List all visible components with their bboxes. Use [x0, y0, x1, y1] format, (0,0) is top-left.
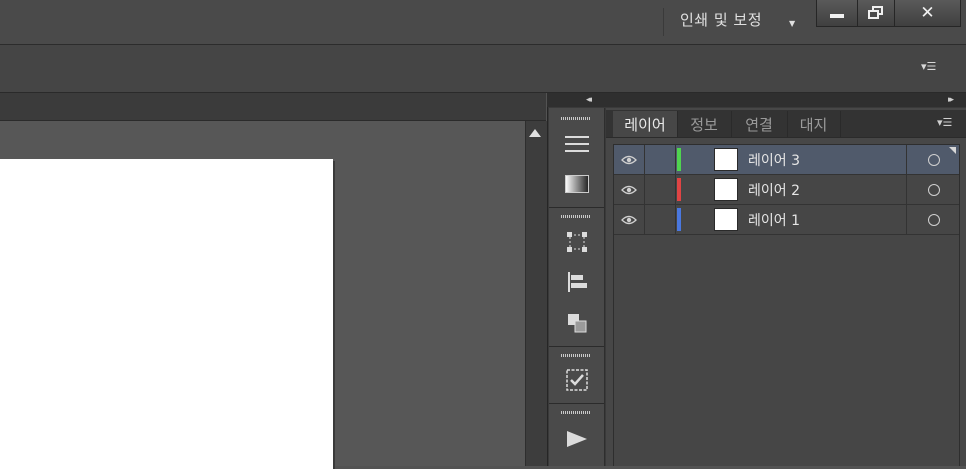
target-circle-icon: [927, 153, 940, 166]
eye-icon: [621, 215, 637, 224]
lock-toggle[interactable]: [645, 175, 676, 204]
vertical-scrollbar[interactable]: [525, 121, 547, 466]
pathfinder-icon[interactable]: [563, 311, 591, 335]
close-icon: ✕: [920, 3, 935, 23]
layer-thumbnail: [714, 178, 738, 201]
group-grip[interactable]: [561, 411, 591, 414]
layer-name[interactable]: 레이어 2: [748, 180, 800, 200]
panel-menu-icon[interactable]: ▾☰: [921, 60, 936, 73]
restore-button[interactable]: [857, 0, 895, 27]
visibility-toggle[interactable]: [614, 175, 645, 204]
divider: [549, 403, 604, 404]
target-toggle[interactable]: [906, 205, 960, 234]
divider: [549, 346, 604, 347]
layer-row[interactable]: 레이어 1: [614, 205, 959, 235]
collapse-icons-button[interactable]: ◂◂: [586, 95, 592, 105]
minimize-icon: [830, 14, 844, 18]
layer-color-swatch: [677, 208, 681, 231]
checklist-icon[interactable]: [563, 368, 591, 392]
artboard[interactable]: [0, 159, 333, 469]
lock-toggle[interactable]: [645, 145, 676, 174]
layers-panel-menu-icon[interactable]: ▾☰: [937, 116, 952, 129]
close-button[interactable]: ✕: [894, 0, 961, 27]
layer-color-swatch: [677, 148, 681, 171]
scroll-up-arrow-icon[interactable]: [529, 129, 541, 137]
restore-icon: [868, 6, 883, 19]
divider: [549, 207, 604, 208]
group-grip[interactable]: [561, 215, 591, 218]
lock-toggle[interactable]: [645, 205, 676, 234]
group-grip[interactable]: [561, 117, 591, 120]
layer-row[interactable]: 레이어 2: [614, 175, 959, 205]
tab-links[interactable]: 연결: [731, 111, 788, 137]
dock-header: [547, 93, 966, 107]
tab-layers[interactable]: 레이어: [613, 111, 678, 137]
layer-row[interactable]: 레이어 3: [614, 145, 959, 175]
target-circle-icon: [927, 213, 940, 226]
align-icon[interactable]: [563, 270, 591, 294]
visibility-toggle[interactable]: [614, 145, 645, 174]
chevron-down-icon[interactable]: ▼: [789, 19, 795, 28]
group-grip[interactable]: [561, 354, 591, 357]
eye-icon: [621, 185, 637, 194]
layer-color-swatch: [677, 178, 681, 201]
visibility-toggle[interactable]: [614, 205, 645, 234]
target-toggle[interactable]: [906, 175, 960, 204]
layer-name[interactable]: 레이어 1: [748, 210, 800, 230]
eye-icon: [621, 155, 637, 164]
stroke-lines-icon[interactable]: [563, 132, 591, 156]
tab-info[interactable]: 정보: [677, 111, 732, 137]
tab-artboards[interactable]: 대지: [787, 111, 841, 137]
document-tab-strip: [0, 93, 546, 121]
target-circle-icon: [927, 183, 940, 196]
transform-icon[interactable]: [563, 230, 591, 254]
play-icon[interactable]: [563, 427, 591, 451]
layer-thumbnail: [714, 208, 738, 231]
divider: [663, 8, 664, 36]
workspace-switcher-label[interactable]: 인쇄 및 보정: [680, 9, 762, 30]
expand-panels-button[interactable]: ▸▸: [948, 95, 954, 105]
selection-indicator-icon: [949, 147, 956, 154]
layer-thumbnail: [714, 148, 738, 171]
layer-name[interactable]: 레이어 3: [748, 150, 800, 170]
gradient-icon[interactable]: [563, 172, 591, 196]
minimize-button[interactable]: [816, 0, 858, 27]
control-bar: [0, 45, 966, 93]
